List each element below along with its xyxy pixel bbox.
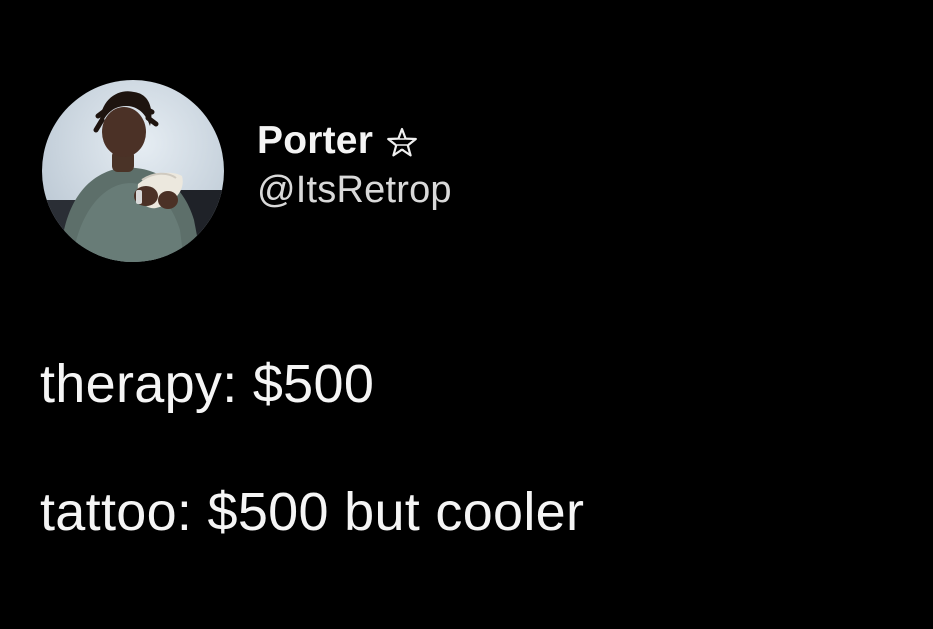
avatar-photo-icon xyxy=(42,80,224,262)
tweet-body: therapy: $500 tattoo: $500 but cooler xyxy=(40,352,920,544)
tweet-text-line: tattoo: $500 but cooler xyxy=(40,482,585,542)
tweet-author: Porter @ItsRetrop xyxy=(257,116,452,214)
tweet-text-line: therapy: $500 xyxy=(40,354,375,414)
author-display-name[interactable]: Porter xyxy=(257,116,373,166)
tweet-card: Porter @ItsRetrop therapy: $500 tattoo: … xyxy=(0,0,933,629)
author-name-row: Porter xyxy=(257,116,452,166)
avatar[interactable] xyxy=(42,80,224,262)
author-handle[interactable]: @ItsRetrop xyxy=(257,166,452,214)
star-outline-icon xyxy=(385,126,419,160)
